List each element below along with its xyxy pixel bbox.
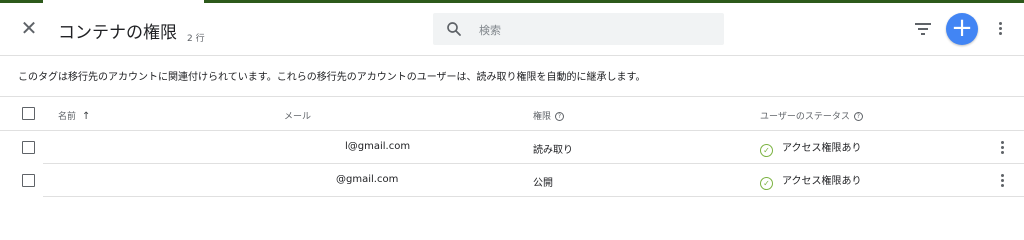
close-icon[interactable]: ✕ xyxy=(19,18,39,38)
check-circle-icon: ✓ xyxy=(760,177,773,190)
table-header: 名前 ↑ メール 権限? ユーザーのステータス? xyxy=(0,97,1024,130)
row-status: ✓ アクセス権限あり xyxy=(760,139,862,157)
select-all-checkbox[interactable] xyxy=(22,107,35,120)
sort-arrow-icon: ↑ xyxy=(82,111,91,122)
help-icon[interactable]: ? xyxy=(555,112,565,121)
search-icon[interactable] xyxy=(445,20,463,38)
add-button[interactable]: + xyxy=(946,13,978,45)
header-divider xyxy=(0,55,1024,56)
search-box xyxy=(433,13,724,45)
row-email: @gmail.com xyxy=(336,174,399,185)
column-header-name[interactable]: 名前 ↑ xyxy=(58,109,90,122)
header: ✕ コンテナの権限 2 行 + xyxy=(0,3,1024,55)
row-email: l@gmail.com xyxy=(345,141,411,152)
column-header-email[interactable]: メール xyxy=(284,109,311,122)
row-checkbox[interactable] xyxy=(22,141,35,154)
table-row[interactable]: @gmail.com 公開 ✓ アクセス権限あり xyxy=(0,164,1024,197)
row-permission: 公開 xyxy=(533,178,553,189)
row-permission: 読み取り xyxy=(533,145,573,156)
search-input[interactable] xyxy=(477,18,711,42)
column-header-permission[interactable]: 権限? xyxy=(533,109,565,122)
page-title: コンテナの権限 xyxy=(58,23,177,43)
row-status: ✓ アクセス権限あり xyxy=(760,172,862,190)
row-more-icon[interactable] xyxy=(998,174,1006,188)
add-icon: + xyxy=(951,13,973,43)
more-vert-icon[interactable] xyxy=(992,20,1008,40)
row-count: 2 行 xyxy=(187,34,205,44)
column-header-status[interactable]: ユーザーのステータス? xyxy=(760,109,863,122)
notice-text: このタグは移行先のアカウントに関連付けられています。これらの移行先のアカウントの… xyxy=(18,72,646,83)
check-circle-icon: ✓ xyxy=(760,144,773,157)
help-icon[interactable]: ? xyxy=(853,112,863,121)
row-more-icon[interactable] xyxy=(998,141,1006,155)
row-checkbox[interactable] xyxy=(22,174,35,187)
filter-icon[interactable] xyxy=(912,20,934,38)
row-divider xyxy=(43,196,1024,197)
table-row[interactable]: l@gmail.com 読み取り ✓ アクセス権限あり xyxy=(0,131,1024,164)
